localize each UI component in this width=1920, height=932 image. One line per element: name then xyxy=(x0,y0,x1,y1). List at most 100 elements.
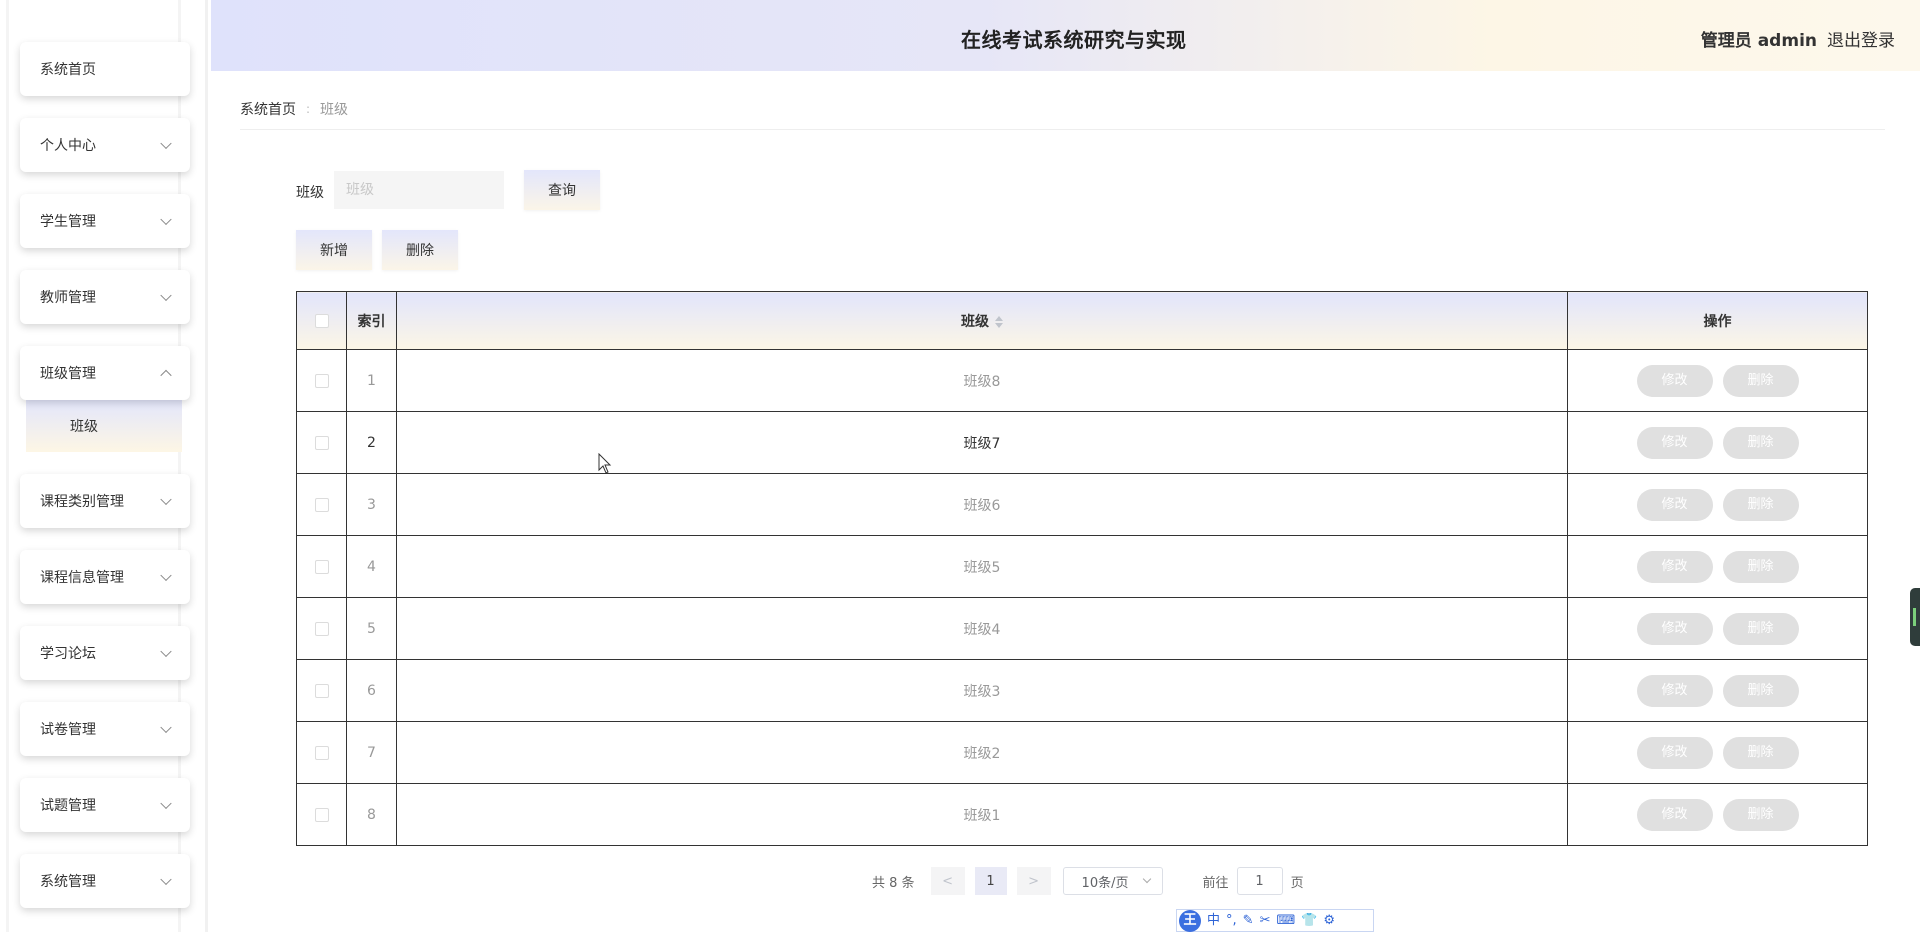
column-header-class[interactable]: 班级 xyxy=(396,291,1568,350)
sidebar-item-label: 系统管理 xyxy=(40,874,96,890)
breadcrumb-home[interactable]: 系统首页 xyxy=(240,99,296,119)
gear-icon[interactable]: ⚙ xyxy=(1323,911,1335,931)
edit-button[interactable]: 修改 xyxy=(1636,736,1713,769)
goto-page-input[interactable] xyxy=(1236,867,1283,895)
row-checkbox-cell xyxy=(296,659,347,722)
edit-button[interactable]: 修改 xyxy=(1636,550,1713,583)
delete-button[interactable]: 删除 xyxy=(1722,426,1799,459)
edit-button[interactable]: 修改 xyxy=(1636,364,1713,397)
chevron-down-icon xyxy=(1142,874,1151,884)
mouse-cursor-icon xyxy=(598,453,612,474)
row-ops: 修改 删除 xyxy=(1567,473,1868,536)
row-ops: 修改 删除 xyxy=(1567,597,1868,660)
row-checkbox[interactable] xyxy=(314,497,329,512)
pagination: 共 8 条 < 1 > 10条/页 前往 页 xyxy=(872,867,1304,895)
delete-button[interactable]: 删除 xyxy=(1722,364,1799,397)
row-checkbox[interactable] xyxy=(314,745,329,760)
chevron-up-icon xyxy=(160,369,172,382)
skin-icon[interactable]: 👕 xyxy=(1301,911,1317,931)
sidebar-item-class-management[interactable]: 班级管理 xyxy=(20,346,190,400)
breadcrumb: 系统首页 : 班级 xyxy=(240,99,348,119)
row-checkbox[interactable] xyxy=(314,373,329,388)
next-page-button[interactable]: > xyxy=(1016,867,1051,895)
row-checkbox[interactable] xyxy=(314,559,329,574)
row-checkbox[interactable] xyxy=(314,683,329,698)
sort-icon[interactable] xyxy=(995,315,1003,329)
edit-button[interactable]: 修改 xyxy=(1636,798,1713,831)
sidebar-item-student-management[interactable]: 学生管理 xyxy=(20,194,190,248)
sidebar-item-system-management[interactable]: 系统管理 xyxy=(20,854,190,908)
row-index: 1 xyxy=(346,349,397,412)
delete-button[interactable]: 删除 xyxy=(1722,736,1799,769)
delete-button[interactable]: 删除 xyxy=(1722,488,1799,521)
class-table: 索引 班级 操作 1 班级8 修改 删除 2 班级7 修改 删除 3 班级6 修改删… xyxy=(296,291,1868,846)
sidebar-item-course-info-management[interactable]: 课程信息管理 xyxy=(20,550,190,604)
select-all-checkbox[interactable] xyxy=(314,313,329,328)
logout-link[interactable]: 退出登录 xyxy=(1827,26,1895,51)
delete-button[interactable]: 删除 xyxy=(1722,798,1799,831)
row-ops: 修改 删除 xyxy=(1567,349,1868,412)
row-checkbox[interactable] xyxy=(314,435,329,450)
table-header-row: 索引 班级 操作 xyxy=(296,291,1868,350)
query-button[interactable]: 查询 xyxy=(524,170,600,210)
column-header-class-label: 班级 xyxy=(961,313,989,330)
page-size-select[interactable]: 10条/页 xyxy=(1062,867,1163,895)
sidebar-item-label: 个人中心 xyxy=(40,138,96,154)
sidebar-item-label: 班级管理 xyxy=(40,366,96,382)
sidebar-subitem-class[interactable]: 班级 xyxy=(26,400,182,452)
delete-button[interactable]: 删除 xyxy=(1722,674,1799,707)
select-all-cell xyxy=(296,291,347,350)
search-input[interactable] xyxy=(334,171,504,209)
edit-button[interactable]: 修改 xyxy=(1636,488,1713,521)
row-class: 班级8 xyxy=(396,349,1568,412)
sidebar-subitem-label: 班级 xyxy=(70,419,98,435)
edit-button[interactable]: 修改 xyxy=(1636,612,1713,645)
page-number-button[interactable]: 1 xyxy=(974,867,1007,895)
ime-mode-toggle[interactable]: 中 xyxy=(1207,911,1220,931)
ime-logo-icon[interactable]: 王 xyxy=(1179,909,1201,932)
sidebar-item-question-management[interactable]: 试题管理 xyxy=(20,778,190,832)
row-class: 班级3 xyxy=(396,659,1568,722)
edit-button[interactable]: 修改 xyxy=(1636,674,1713,707)
sidebar-item-home[interactable]: 系统首页 xyxy=(20,42,190,96)
sidebar-item-teacher-management[interactable]: 教师管理 xyxy=(20,270,190,324)
sidebar-item-label: 试卷管理 xyxy=(40,722,96,738)
sidebar-item-paper-management[interactable]: 试卷管理 xyxy=(20,702,190,756)
row-ops: 修改 删除 xyxy=(1567,783,1868,846)
edit-button[interactable]: 修改 xyxy=(1636,426,1713,459)
sidebar-item-course-category-management[interactable]: 课程类别管理 xyxy=(20,474,190,528)
keyboard-icon[interactable]: ⌨ xyxy=(1276,911,1295,931)
pagination-total: 共 8 条 xyxy=(872,875,915,891)
row-checkbox[interactable] xyxy=(314,621,329,636)
sidebar-item-label: 课程类别管理 xyxy=(40,494,124,510)
scissors-icon[interactable]: ✂ xyxy=(1260,911,1271,931)
row-checkbox[interactable] xyxy=(314,807,329,822)
row-ops: 修改 删除 xyxy=(1567,659,1868,722)
ime-punct-toggle[interactable]: °, xyxy=(1226,911,1237,931)
edge-widget[interactable] xyxy=(1910,588,1920,646)
batch-delete-button[interactable]: 删除 xyxy=(382,230,458,270)
column-header-index: 索引 xyxy=(346,291,397,350)
row-index: 2 xyxy=(346,411,397,474)
add-button[interactable]: 新增 xyxy=(296,230,372,270)
row-class: 班级6 xyxy=(396,473,1568,536)
chevron-down-icon xyxy=(160,493,172,506)
chevron-down-icon xyxy=(160,289,172,302)
delete-button[interactable]: 删除 xyxy=(1722,550,1799,583)
sidebar-item-label: 学生管理 xyxy=(40,214,96,230)
chevron-down-icon xyxy=(160,721,172,734)
sidebar-item-personal-center[interactable]: 个人中心 xyxy=(20,118,190,172)
goto-prefix: 前往 xyxy=(1202,875,1229,891)
delete-button[interactable]: 删除 xyxy=(1722,612,1799,645)
row-index: 6 xyxy=(346,659,397,722)
table-row: 8 班级1 修改 删除 xyxy=(296,783,1868,846)
row-class: 班级1 xyxy=(396,783,1568,846)
sidebar: 系统首页 个人中心 学生管理 教师管理 班级管理 班级 课程类别管理 课程信息管… xyxy=(0,0,208,932)
table-row: 5 班级4 修改 删除 xyxy=(296,597,1868,660)
sidebar-item-label: 课程信息管理 xyxy=(40,570,124,586)
prev-page-button[interactable]: < xyxy=(930,867,965,895)
pen-icon[interactable]: ✎ xyxy=(1243,911,1254,931)
breadcrumb-separator: : xyxy=(306,102,311,116)
sidebar-item-forum[interactable]: 学习论坛 xyxy=(20,626,190,680)
top-header: 在线考试系统研究与实现 管理员 admin 退出登录 xyxy=(211,0,1920,71)
